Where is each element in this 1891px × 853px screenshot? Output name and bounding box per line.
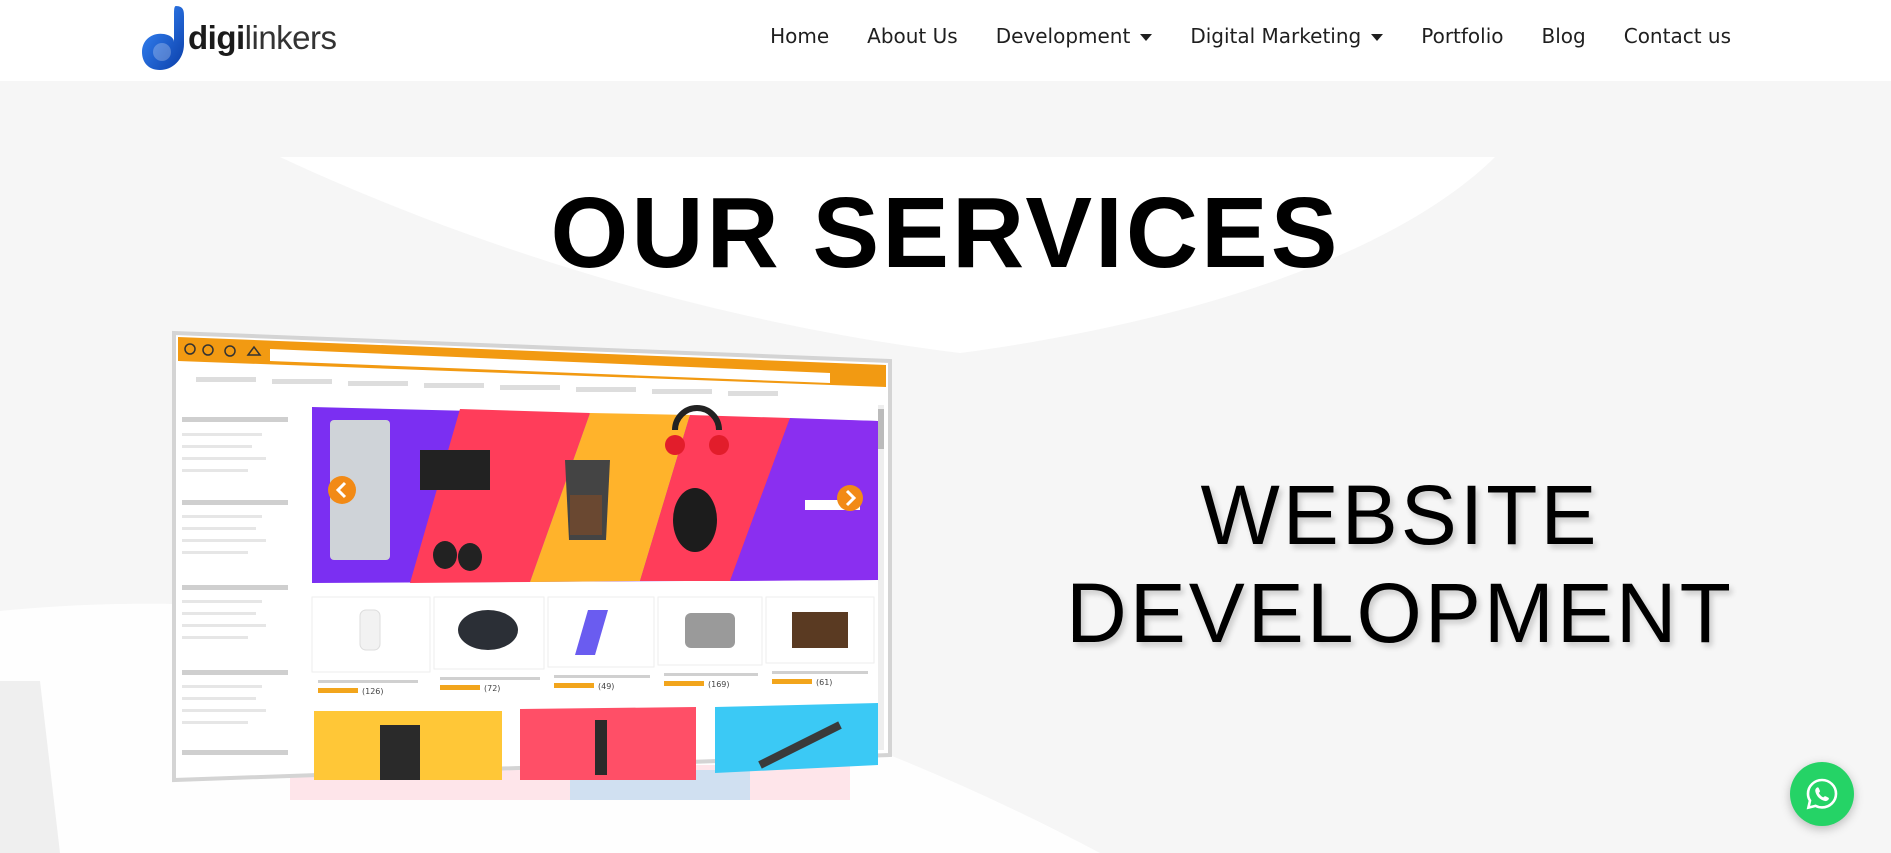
chevron-down-icon bbox=[1371, 33, 1384, 41]
whatsapp-button[interactable] bbox=[1790, 762, 1854, 826]
nav-contact-us[interactable]: Contact us bbox=[1624, 24, 1731, 48]
service-name: WEBSITE DEVELOPMENT bbox=[1005, 466, 1795, 662]
services-hero: OUR SERVICES (126) (72) (49) (169) (61) … bbox=[0, 81, 1891, 853]
rating-count: (126) bbox=[362, 687, 384, 696]
website-mockup-illustration: (126) (72) (49) (169) (61) bbox=[172, 330, 892, 800]
rating-count: (169) bbox=[708, 680, 730, 689]
rating-count: (49) bbox=[598, 682, 614, 691]
service-name-line1: WEBSITE bbox=[1200, 468, 1600, 562]
nav-home[interactable]: Home bbox=[770, 24, 829, 48]
rating-count: (61) bbox=[816, 678, 832, 687]
navbar: digilinkers Home About Us Development Di… bbox=[0, 0, 1891, 81]
logo-mark-icon bbox=[142, 6, 184, 70]
logo[interactable]: digilinkers bbox=[140, 4, 337, 72]
whatsapp-icon bbox=[1806, 778, 1838, 810]
nav-blog[interactable]: Blog bbox=[1542, 24, 1586, 48]
nav-portfolio[interactable]: Portfolio bbox=[1421, 24, 1503, 48]
nav-development[interactable]: Development bbox=[996, 24, 1153, 48]
service-name-line2: DEVELOPMENT bbox=[1066, 566, 1734, 660]
rating-count: (72) bbox=[484, 684, 500, 693]
chevron-down-icon bbox=[1140, 33, 1153, 41]
nav-digital-marketing[interactable]: Digital Marketing bbox=[1190, 24, 1384, 48]
page-title: OUR SERVICES bbox=[550, 177, 1341, 289]
nav-about-us[interactable]: About Us bbox=[867, 24, 958, 48]
logo-text: digilinkers bbox=[188, 19, 337, 56]
main-nav: Home About Us Development Digital Market… bbox=[770, 0, 1731, 72]
